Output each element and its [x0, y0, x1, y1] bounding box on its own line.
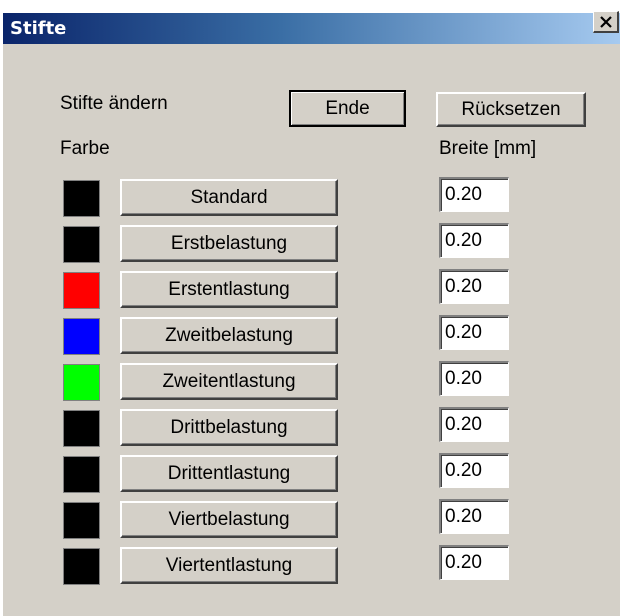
- width-input-erstentlastung[interactable]: [439, 269, 509, 304]
- pen-button-viertentlastung[interactable]: Viertentlastung: [120, 547, 338, 584]
- width-input-zweitbelastung[interactable]: [439, 315, 509, 350]
- end-button[interactable]: Ende: [289, 90, 406, 127]
- pen-button-drittbelastung[interactable]: Drittbelastung: [120, 409, 338, 446]
- width-input-drittentlastung[interactable]: [439, 453, 509, 488]
- window-title: Stifte: [10, 18, 67, 39]
- reset-button[interactable]: Rücksetzen: [436, 92, 586, 127]
- change-pens-label: Stifte ändern: [60, 93, 168, 114]
- color-swatch-viertentlastung[interactable]: [63, 548, 100, 585]
- color-swatch-erstentlastung[interactable]: [63, 272, 100, 309]
- color-swatch-zweitentlastung[interactable]: [63, 364, 100, 401]
- pen-button-erstbelastung[interactable]: Erstbelastung: [120, 225, 338, 262]
- color-swatch-zweitbelastung[interactable]: [63, 318, 100, 355]
- pen-button-drittentlastung[interactable]: Drittentlastung: [120, 455, 338, 492]
- width-input-standard[interactable]: [439, 177, 509, 212]
- color-swatch-erstbelastung[interactable]: [63, 226, 100, 263]
- close-button[interactable]: [593, 11, 619, 33]
- width-input-zweitentlastung[interactable]: [439, 361, 509, 396]
- pen-button-standard[interactable]: Standard: [120, 179, 338, 216]
- color-swatch-viertbelastung[interactable]: [63, 502, 100, 539]
- color-column-label: Farbe: [60, 138, 110, 159]
- pens-dialog: Stifte Stifte ändern Farbe Breite [mm] E…: [2, 12, 620, 616]
- width-input-viertbelastung[interactable]: [439, 499, 509, 534]
- pen-button-viertbelastung[interactable]: Viertbelastung: [120, 501, 338, 538]
- color-swatch-drittbelastung[interactable]: [63, 410, 100, 447]
- pen-button-zweitentlastung[interactable]: Zweitentlastung: [120, 363, 338, 400]
- pen-button-erstentlastung[interactable]: Erstentlastung: [120, 271, 338, 308]
- color-swatch-drittentlastung[interactable]: [63, 456, 100, 493]
- close-icon: [599, 15, 613, 28]
- pen-button-zweitbelastung[interactable]: Zweitbelastung: [120, 317, 338, 354]
- width-column-label: Breite [mm]: [439, 138, 537, 159]
- color-swatch-standard[interactable]: [63, 180, 100, 217]
- width-input-erstbelastung[interactable]: [439, 223, 509, 258]
- width-input-viertentlastung[interactable]: [439, 545, 509, 580]
- title-bar: Stifte: [3, 13, 620, 44]
- width-input-drittbelastung[interactable]: [439, 407, 509, 442]
